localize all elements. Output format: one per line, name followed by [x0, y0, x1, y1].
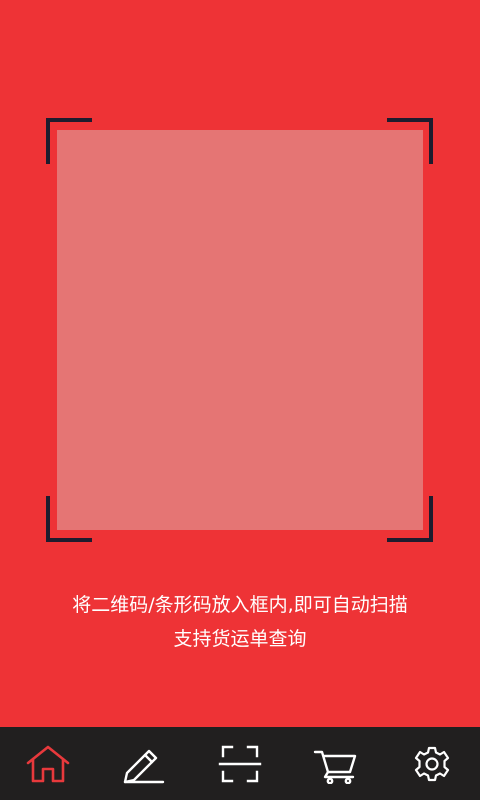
nav-home[interactable]: [18, 734, 78, 794]
scan-corner-top-left: [46, 118, 92, 164]
pencil-icon: [123, 749, 165, 783]
home-icon: [26, 745, 70, 782]
cart-icon: [313, 750, 357, 784]
nav-settings[interactable]: [402, 734, 462, 794]
nav-edit[interactable]: [114, 734, 174, 794]
scan-window: [57, 130, 423, 530]
scan-hint-text: 将二维码/条形码放入框内,即可自动扫描: [72, 594, 408, 616]
bottom-nav: [0, 727, 480, 800]
scan-corner-bottom-left: [46, 496, 92, 542]
nav-scan[interactable]: [210, 734, 270, 794]
gear-icon: [414, 746, 450, 781]
scan-area: [0, 0, 480, 726]
scan-hint-subtext: 支持货运单查询: [173, 628, 307, 650]
nav-cart[interactable]: [306, 734, 366, 794]
scan-icon: [218, 745, 262, 782]
scan-corner-bottom-right: [387, 496, 433, 542]
scan-corner-top-right: [387, 118, 433, 164]
